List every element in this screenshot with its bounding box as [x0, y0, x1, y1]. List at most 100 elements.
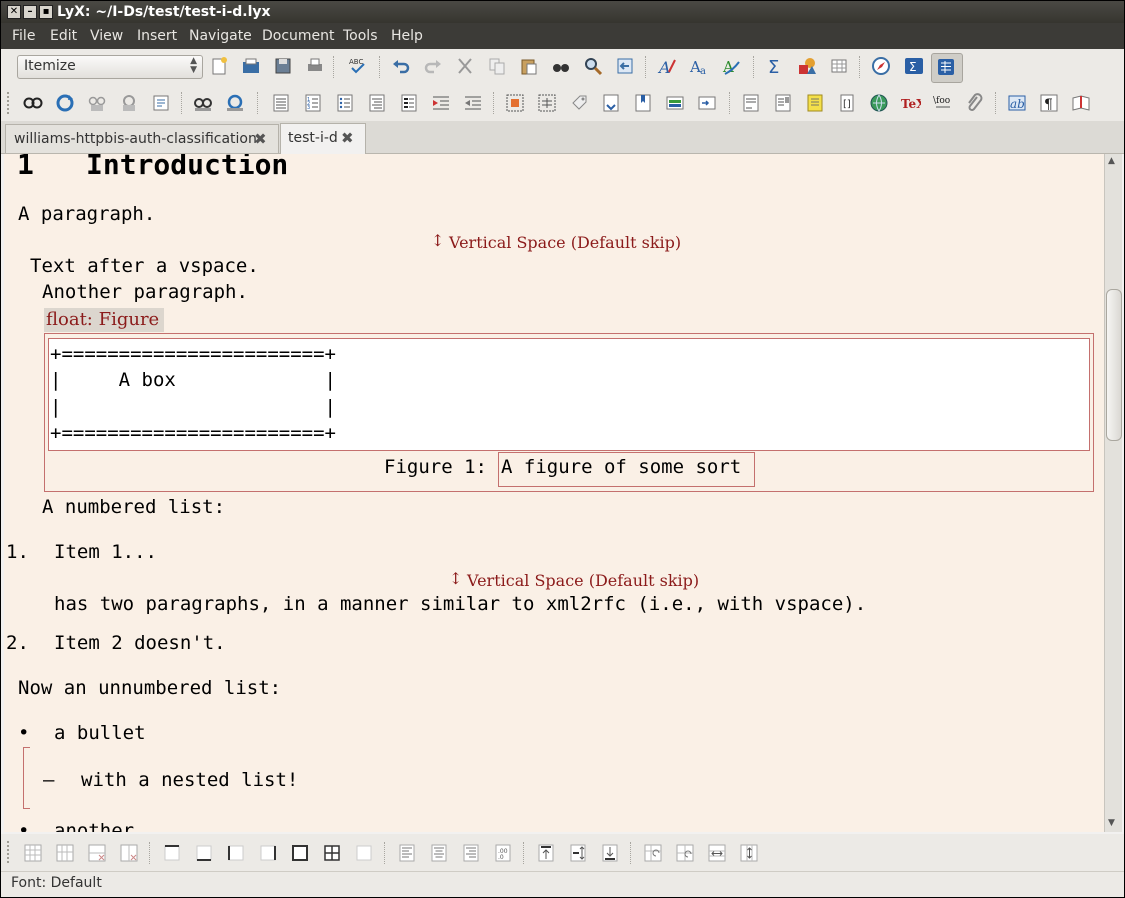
update-master-icon[interactable] — [119, 93, 139, 113]
insert-table-float-icon[interactable] — [537, 93, 557, 113]
view-output-icon[interactable] — [23, 93, 43, 113]
layout-standard-icon[interactable] — [271, 93, 291, 113]
scroll-down-arrow-icon[interactable]: ▼ — [1108, 818, 1115, 828]
vertical-space-label[interactable]: Vertical Space (Default skip) — [467, 571, 699, 590]
valign-middle-icon[interactable] — [568, 843, 588, 863]
table-rotate-icon[interactable] — [643, 843, 663, 863]
border-outer-icon[interactable] — [290, 843, 310, 863]
table-panel-toggle[interactable] — [931, 53, 963, 83]
cut-icon[interactable] — [455, 56, 475, 76]
toolbar-grip[interactable] — [6, 91, 10, 115]
spellcheck-icon[interactable]: ABC — [348, 56, 368, 76]
zoom-search-icon[interactable] — [583, 56, 603, 76]
depth-increase-icon[interactable] — [463, 93, 483, 113]
insert-footnote-icon[interactable] — [741, 93, 761, 113]
navigate-back-icon[interactable] — [615, 56, 635, 76]
align-decimal-icon[interactable]: .00.0 — [493, 843, 513, 863]
view-other-icon[interactable] — [193, 93, 213, 113]
print-icon[interactable] — [305, 56, 325, 76]
border-none-icon[interactable] — [354, 843, 374, 863]
valign-bottom-icon[interactable] — [600, 843, 620, 863]
update-other-icon[interactable] — [225, 93, 245, 113]
navigator-compass-icon[interactable] — [871, 56, 891, 76]
insert-citation-icon[interactable] — [633, 93, 653, 113]
undo-icon[interactable] — [391, 56, 411, 76]
layout-enumerate-icon[interactable]: 123 — [303, 93, 323, 113]
table-delete-row-icon[interactable] — [87, 843, 107, 863]
maximize-window-button[interactable]: ▪ — [39, 5, 53, 19]
border-top-icon[interactable] — [162, 843, 182, 863]
vertical-scrollbar[interactable]: ▲ ▼ — [1104, 154, 1122, 832]
layout-description-icon[interactable] — [399, 93, 419, 113]
align-right-icon[interactable] — [461, 843, 481, 863]
scrollbar-thumb[interactable] — [1106, 289, 1122, 441]
figure-code-box[interactable]: +=======================+ | A box | | | … — [48, 338, 1090, 451]
insert-hyperlink-icon[interactable] — [869, 93, 889, 113]
menu-file[interactable]: File — [12, 28, 35, 44]
menu-insert[interactable]: Insert — [137, 28, 177, 44]
table-delete-column-icon[interactable] — [119, 843, 139, 863]
menu-view[interactable]: View — [90, 28, 123, 44]
border-all-icon[interactable] — [322, 843, 342, 863]
float-inset-button[interactable]: float: Figure — [44, 308, 164, 332]
insert-note-icon[interactable] — [805, 93, 825, 113]
insert-tex-code-icon[interactable]: TeX — [901, 93, 921, 113]
depth-decrease-icon[interactable] — [431, 93, 451, 113]
menu-edit[interactable]: Edit — [50, 28, 77, 44]
border-right-icon[interactable] — [258, 843, 278, 863]
align-left-icon[interactable] — [397, 843, 417, 863]
layout-list-icon[interactable] — [367, 93, 387, 113]
thesaurus-icon[interactable]: ab — [1007, 93, 1027, 113]
new-document-icon[interactable] — [209, 56, 229, 76]
insert-figure-float-icon[interactable] — [505, 93, 525, 113]
paste-icon[interactable] — [519, 56, 539, 76]
tab-test-i-d[interactable]: test-i-d ✖ — [280, 123, 366, 154]
close-window-button[interactable]: ✕ — [7, 5, 21, 19]
view-master-icon[interactable] — [87, 93, 107, 113]
toolbar-grip[interactable] — [6, 840, 10, 864]
tab-close-icon[interactable]: ✖ — [254, 130, 267, 148]
math-sigma-icon[interactable]: Σ — [765, 56, 785, 76]
insert-graphics-icon[interactable] — [797, 56, 817, 76]
change-tracking-icon[interactable]: A — [721, 56, 741, 76]
insert-attachment-paperclip-icon[interactable] — [965, 93, 985, 113]
tab-williams-httpbis[interactable]: williams-httpbis-auth-classification ✖ — [5, 124, 279, 153]
insert-label-icon[interactable] — [569, 93, 589, 113]
insert-ert-icon[interactable]: [] — [837, 93, 857, 113]
border-bottom-icon[interactable] — [194, 843, 214, 863]
open-document-icon[interactable] — [241, 56, 261, 76]
insert-nomenclature-icon[interactable] — [697, 93, 717, 113]
redo-icon[interactable] — [423, 56, 443, 76]
font-emphasis-icon[interactable]: Aa — [689, 56, 709, 76]
save-icon[interactable] — [273, 56, 293, 76]
update-output-icon[interactable] — [55, 93, 75, 113]
align-center-icon[interactable] — [429, 843, 449, 863]
table-append-row-icon[interactable] — [23, 843, 43, 863]
paragraph-settings-icon[interactable]: ¶ — [1039, 93, 1059, 113]
multirow-icon[interactable] — [739, 843, 759, 863]
minimize-window-button[interactable]: – — [23, 5, 37, 19]
text-style-icon[interactable]: A — [657, 56, 677, 76]
insert-cross-reference-icon[interactable] — [601, 93, 621, 113]
vertical-space-label[interactable]: Vertical Space (Default skip) — [449, 233, 681, 252]
insert-margin-note-icon[interactable] — [773, 93, 793, 113]
paragraph-layout-combo[interactable]: Itemize ▲ ▼ — [17, 55, 203, 79]
insert-include-icon[interactable]: \foo — [933, 93, 953, 113]
multicolumn-icon[interactable] — [707, 843, 727, 863]
layout-itemize-icon[interactable] — [335, 93, 355, 113]
document-outline-book-icon[interactable] — [1071, 93, 1091, 113]
export-document-icon[interactable] — [151, 93, 171, 113]
math-panel-icon[interactable]: Σ — [904, 56, 924, 76]
caption-inset[interactable]: A figure of some sort — [498, 452, 755, 487]
menu-document[interactable]: Document — [262, 28, 335, 44]
table-append-column-icon[interactable] — [55, 843, 75, 863]
cell-rotate-icon[interactable] — [675, 843, 695, 863]
border-left-icon[interactable] — [226, 843, 246, 863]
tab-close-icon[interactable]: ✖ — [341, 129, 354, 147]
document-workarea[interactable]: 1 Introduction A paragraph. ↕ Vertical S… — [4, 154, 1104, 832]
find-binoculars-icon[interactable] — [551, 56, 571, 76]
menu-help[interactable]: Help — [391, 28, 423, 44]
copy-icon[interactable] — [487, 56, 507, 76]
insert-table-icon[interactable] — [829, 56, 849, 76]
scroll-up-arrow-icon[interactable]: ▲ — [1108, 156, 1115, 166]
